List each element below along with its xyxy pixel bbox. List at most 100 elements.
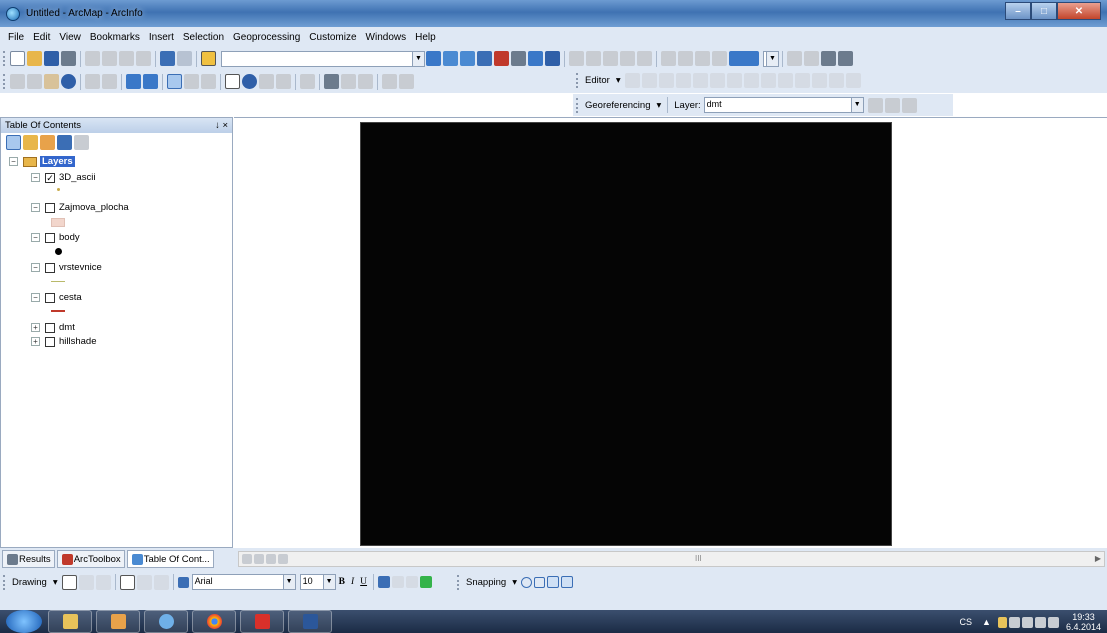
zoom-out-icon[interactable] [27,74,42,89]
snapping-menu[interactable]: Snapping [466,577,506,588]
collapse-icon[interactable]: − [31,173,40,182]
scroll-thumb-grip[interactable]: III [695,554,702,563]
3d-analyst-tool-3-icon[interactable] [603,51,618,66]
point-icon[interactable] [709,73,725,88]
menu-view[interactable]: View [59,32,81,43]
toolbar-grip[interactable] [3,51,6,66]
edge-snapping-icon[interactable] [560,576,573,588]
vertex-snapping-icon[interactable] [546,576,559,588]
cut-icon[interactable] [85,51,100,66]
rotate-icon[interactable] [794,73,810,88]
3d-analyst-tool-1-icon[interactable] [569,51,584,66]
list-by-drawing-order-icon[interactable] [6,135,21,150]
python-window-icon[interactable] [511,51,526,66]
toolbar-grip[interactable] [3,574,6,590]
collapse-icon[interactable]: − [31,233,40,242]
start-button-icon[interactable] [6,610,42,633]
hyperlink-icon[interactable] [259,74,274,89]
arctoolbox-icon[interactable] [494,51,509,66]
expand-icon[interactable]: + [31,337,40,346]
spatial-tool-3-icon[interactable] [695,51,710,66]
layer-checkbox[interactable] [45,322,55,333]
layer-checkbox[interactable] [45,232,55,243]
color-ramp-dropdown[interactable]: ▼ [763,50,779,67]
layer-name[interactable]: dmt [59,322,75,333]
collapse-icon[interactable]: − [31,203,40,212]
3d-analyst-tool-4-icon[interactable] [620,51,635,66]
list-by-source-icon[interactable] [23,135,38,150]
layer-name[interactable]: Zajmova_plocha [59,202,129,213]
underline-button[interactable]: U [360,577,367,587]
pan-hand-icon[interactable] [44,74,59,89]
table-of-contents-icon[interactable] [443,51,458,66]
layer-checkbox[interactable] [45,336,55,347]
binoculars-icon[interactable] [821,51,836,66]
color-ramp-swatch-icon[interactable] [729,51,759,66]
edit-vertices-icon[interactable] [153,574,169,590]
open-folder-icon[interactable] [27,51,42,66]
create-features-icon[interactable] [845,73,861,88]
go-to-xy-icon[interactable] [358,74,373,89]
view-link-table-icon[interactable] [901,97,917,113]
layer-checkbox[interactable] [45,202,55,213]
search-window-icon[interactable] [477,51,492,66]
collapse-icon[interactable]: − [31,263,40,272]
menu-geoprocessing[interactable]: Geoprocessing [233,32,300,43]
collapse-icon[interactable]: − [9,157,18,166]
spatial-tool-1-icon[interactable] [661,51,676,66]
select-elements-icon[interactable] [61,574,77,590]
menu-edit[interactable]: Edit [33,32,50,43]
layer-checkbox[interactable]: ✓ [45,172,55,183]
select-features-icon[interactable] [167,74,182,89]
zoom-in-icon[interactable] [10,74,25,89]
select-elements-icon[interactable] [201,74,216,89]
tab-arctoolbox[interactable]: ArcToolbox [56,550,125,568]
data-view-icon[interactable] [242,554,252,564]
spatial-tool-4-icon[interactable] [712,51,727,66]
edit-vertices-icon[interactable] [726,73,742,88]
editor-menu[interactable]: Editor [585,75,610,86]
identify-icon[interactable] [242,74,257,89]
font-size-select[interactable]: 10 ▼ [299,574,336,590]
layer-row-hillshade[interactable]: + hillshade [31,336,97,347]
font-color-icon[interactable] [378,576,391,588]
layer-name[interactable]: vrstevnice [59,262,102,273]
tab-table-of-contents[interactable]: Table Of Cont... [126,550,214,568]
map-horizontal-scrollbar[interactable]: III ▶ [238,551,1105,567]
list-by-visibility-icon[interactable] [40,135,55,150]
toolbar-grip[interactable] [576,97,579,113]
full-extent-globe-icon[interactable] [61,74,76,89]
menu-file[interactable]: File [8,32,24,43]
expand-icon[interactable]: + [31,323,40,332]
fixed-zoom-out-icon[interactable] [102,74,117,89]
pointer-arrow-icon[interactable] [225,74,240,89]
delete-icon[interactable] [136,51,151,66]
layer-row-dmt[interactable]: + dmt [31,322,75,333]
text-tool-icon[interactable] [136,574,152,590]
language-indicator[interactable]: CS [960,617,973,627]
layer-row-body[interactable]: − body [31,232,80,243]
add-control-points-icon[interactable] [884,97,900,113]
toolbar-grip[interactable] [576,73,579,88]
toolbar-grip[interactable] [3,74,6,89]
menu-insert[interactable]: Insert [149,32,174,43]
collapse-icon[interactable]: − [31,293,40,302]
menu-bookmarks[interactable]: Bookmarks [90,32,140,43]
layout-tool-1-icon[interactable] [787,51,802,66]
signal-icon[interactable] [1034,616,1046,628]
taskbar-arcmap-button[interactable] [144,610,188,633]
network-icon[interactable] [1021,616,1033,628]
save-icon[interactable] [44,51,59,66]
toc-options-icon[interactable] [74,135,89,150]
toolbar-grip[interactable] [457,574,460,590]
layer-checkbox[interactable] [45,262,55,273]
forward-arrow-icon[interactable] [143,74,158,89]
minimize-button[interactable]: – [1005,2,1031,20]
layout-view-icon[interactable] [254,554,264,564]
rotate-element-icon[interactable] [78,574,94,590]
bold-button[interactable]: B [339,577,345,587]
modelbuilder-icon[interactable] [528,51,543,66]
sketch-properties-icon[interactable] [828,73,844,88]
scroll-right-arrow-icon[interactable]: ▶ [1095,554,1101,563]
layer-name[interactable]: cesta [59,292,82,303]
